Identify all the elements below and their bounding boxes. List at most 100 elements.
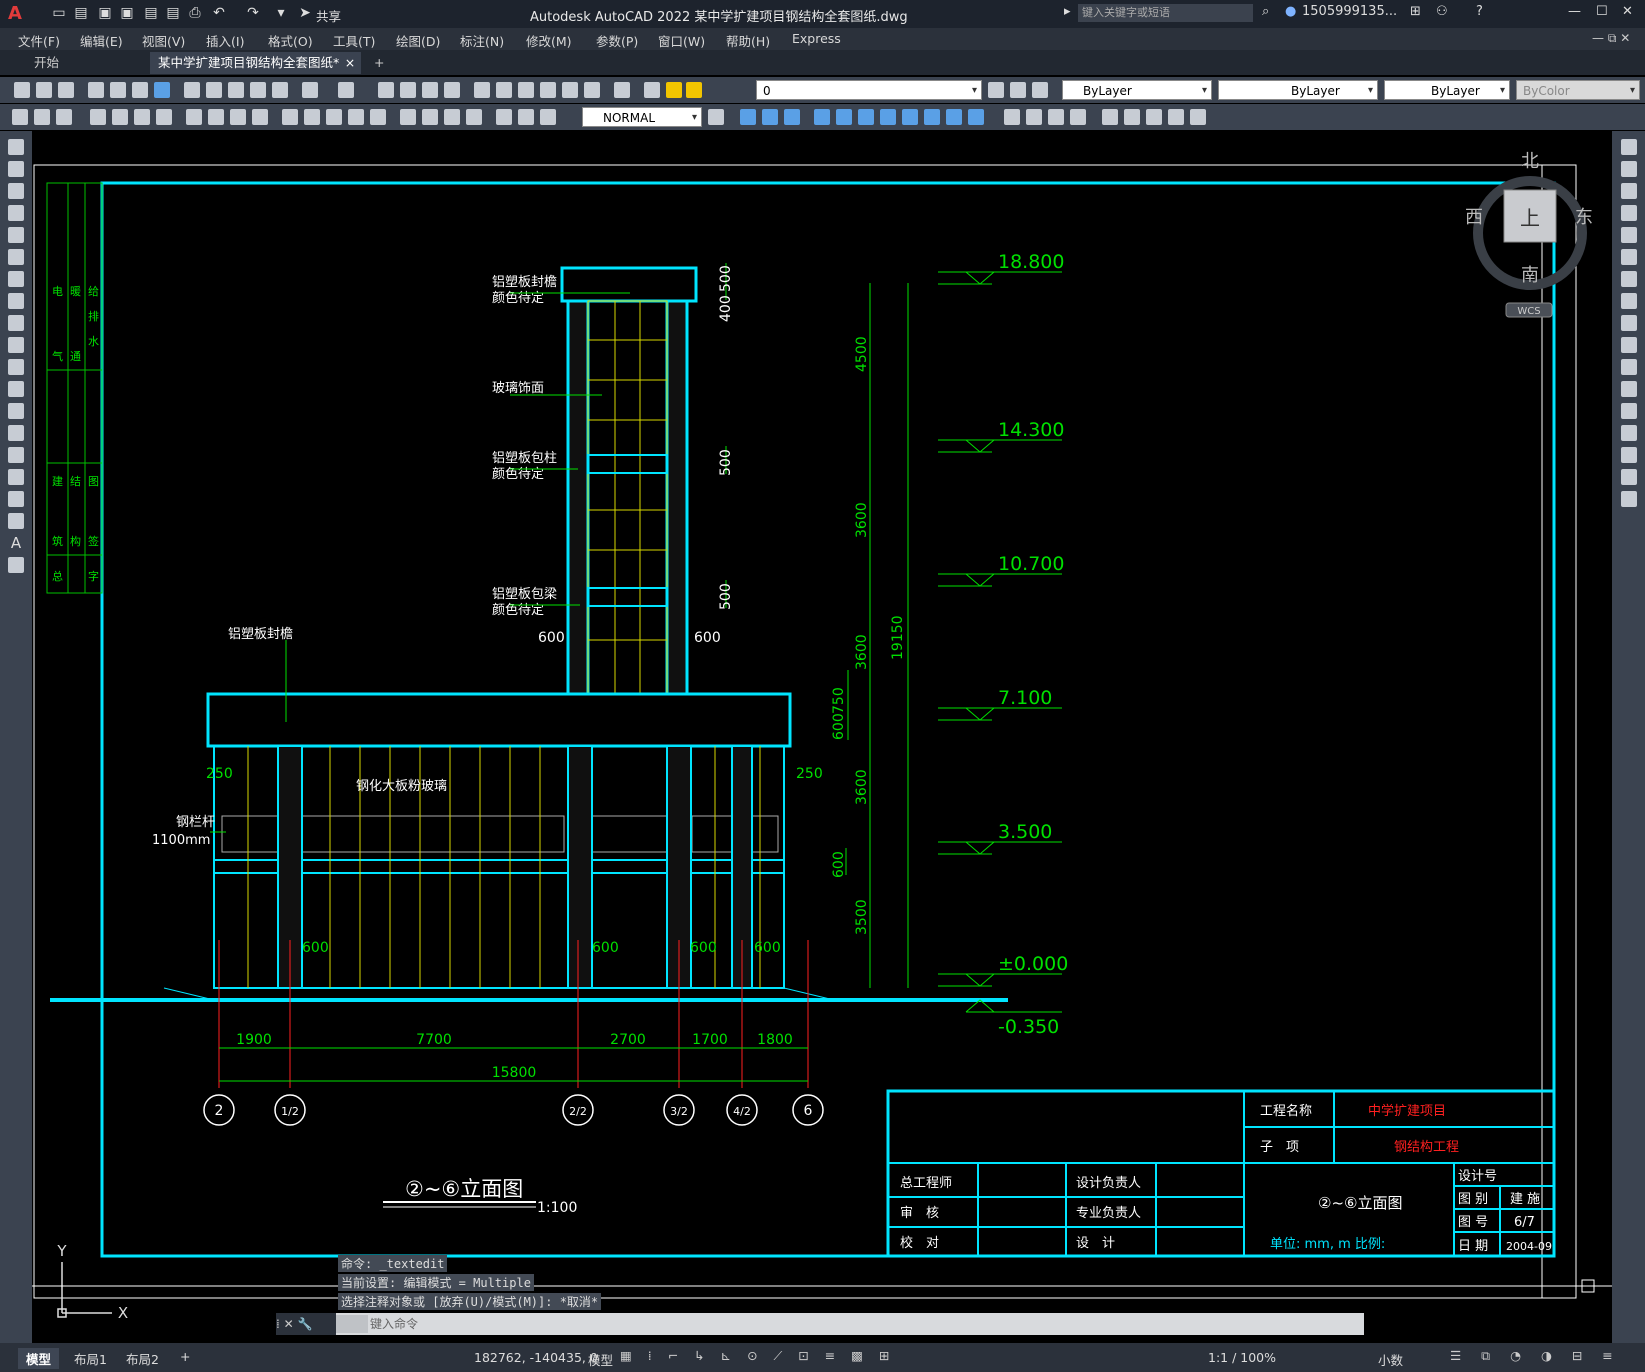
user-icon[interactable]: ● bbox=[1285, 4, 1296, 19]
linetype-dropdown[interactable]: ByLayer bbox=[1218, 80, 1378, 101]
menu-insert[interactable]: 插入(I) bbox=[206, 31, 244, 50]
quick-dim-icon[interactable] bbox=[282, 109, 298, 125]
table-icon[interactable] bbox=[8, 513, 24, 529]
cut-icon[interactable] bbox=[184, 82, 200, 98]
move-icon[interactable] bbox=[858, 109, 874, 125]
zoom-window-icon[interactable] bbox=[422, 82, 438, 98]
menu-view[interactable]: 视图(V) bbox=[142, 31, 185, 50]
save-as-icon[interactable]: ▣ bbox=[118, 4, 136, 22]
layer-dropdown[interactable]: 0 bbox=[756, 80, 982, 101]
block-editor-icon[interactable] bbox=[272, 82, 288, 98]
extend-right-icon[interactable] bbox=[1621, 359, 1637, 375]
markup-icon[interactable] bbox=[562, 82, 578, 98]
redo-icon[interactable]: ↷ bbox=[244, 4, 262, 22]
text-mask-icon[interactable] bbox=[1190, 109, 1206, 125]
extend-icon[interactable] bbox=[968, 109, 984, 125]
baseline-icon[interactable] bbox=[304, 109, 320, 125]
menu-tools[interactable]: 工具(T) bbox=[333, 31, 375, 50]
erase-right-icon[interactable] bbox=[1621, 139, 1637, 155]
chamfer-icon[interactable] bbox=[1048, 109, 1064, 125]
doc-window-controls[interactable]: — ⧉ ✕ bbox=[1592, 31, 1630, 46]
menu-dimension[interactable]: 标注(N) bbox=[460, 31, 504, 50]
mtext-icon[interactable]: A bbox=[8, 535, 24, 551]
layer-previous-icon[interactable] bbox=[1010, 82, 1026, 98]
units-dropdown[interactable]: 小数 bbox=[1378, 1350, 1403, 1369]
rectangle-icon[interactable] bbox=[8, 227, 24, 243]
continue-icon[interactable] bbox=[326, 109, 342, 125]
undo-icon[interactable]: ↶ bbox=[210, 4, 228, 22]
region-icon[interactable] bbox=[8, 491, 24, 507]
search-expand-icon[interactable]: ▸ bbox=[1064, 4, 1071, 19]
new-icon[interactable] bbox=[14, 82, 30, 98]
arc-length-icon[interactable] bbox=[134, 109, 150, 125]
save-icon[interactable]: ▣ bbox=[96, 4, 114, 22]
paste-icon[interactable] bbox=[228, 82, 244, 98]
revcloud-icon[interactable] bbox=[8, 293, 24, 309]
plotstyle-dropdown[interactable]: ByColor bbox=[1516, 80, 1640, 101]
stretch-right-icon[interactable] bbox=[1621, 315, 1637, 331]
minimize-button[interactable]: — bbox=[1568, 4, 1581, 19]
explode-icon[interactable] bbox=[1102, 109, 1118, 125]
command-close-icon[interactable]: ⁞ ✕ 🔧 bbox=[276, 1313, 336, 1335]
calculator-icon[interactable] bbox=[584, 82, 600, 98]
menu-edit[interactable]: 编辑(E) bbox=[80, 31, 123, 50]
preview-icon[interactable] bbox=[110, 82, 126, 98]
break-right-icon[interactable] bbox=[1621, 381, 1637, 397]
command-input[interactable]: ⁞ ✕ 🔧 键入命令 bbox=[276, 1313, 1364, 1335]
jogged-icon[interactable] bbox=[208, 109, 224, 125]
share-icon[interactable]: ➤ bbox=[296, 4, 314, 22]
rotate-icon[interactable] bbox=[880, 109, 896, 125]
sheet-set-icon[interactable] bbox=[540, 82, 556, 98]
circle-icon[interactable] bbox=[8, 271, 24, 287]
tab-layout1[interactable]: 布局1 bbox=[66, 1348, 115, 1369]
rotate-right-icon[interactable] bbox=[1621, 271, 1637, 287]
drawing-svg[interactable]: 电 气 暖 通 给 排 水 建 筑 结 构 总 图 签 字 4500 3600 … bbox=[32, 131, 1612, 1343]
scale-right-icon[interactable] bbox=[1621, 293, 1637, 309]
line-icon[interactable] bbox=[8, 139, 24, 155]
annotation-scale[interactable]: 1:1 / 100% bbox=[1208, 1350, 1276, 1365]
user-account[interactable]: 1505999135... bbox=[1302, 4, 1397, 19]
publish-icon[interactable] bbox=[132, 82, 148, 98]
pan-icon[interactable] bbox=[378, 82, 394, 98]
zoom-previous-icon[interactable] bbox=[444, 82, 460, 98]
join-icon[interactable] bbox=[1026, 109, 1042, 125]
layer-on-icon[interactable] bbox=[666, 82, 682, 98]
trim-right-icon[interactable] bbox=[1621, 337, 1637, 353]
match-properties-icon[interactable] bbox=[250, 82, 266, 98]
coordinates-readout[interactable]: 182762, -140435, 0 bbox=[474, 1350, 598, 1365]
web-icon[interactable] bbox=[154, 82, 170, 98]
group-icon[interactable] bbox=[1124, 109, 1140, 125]
properties-icon[interactable] bbox=[474, 82, 490, 98]
copy-icon[interactable] bbox=[206, 82, 222, 98]
menu-file[interactable]: 文件(F) bbox=[18, 31, 60, 50]
status-right-icons[interactable]: ☰ ⧉ ◔ ◑ ⊟ ≡ bbox=[1450, 1348, 1621, 1364]
plot-icon[interactable] bbox=[88, 82, 104, 98]
match-icon[interactable] bbox=[12, 109, 28, 125]
xline-icon[interactable] bbox=[8, 161, 24, 177]
menu-parametric[interactable]: 参数(P) bbox=[596, 31, 638, 50]
hatch-icon[interactable] bbox=[8, 447, 24, 463]
polygon-icon[interactable] bbox=[8, 205, 24, 221]
layer-properties-icon[interactable] bbox=[644, 82, 660, 98]
dim-space-icon[interactable] bbox=[348, 109, 364, 125]
stretch-icon[interactable] bbox=[924, 109, 940, 125]
drawing-canvas[interactable]: 电 气 暖 通 给 排 水 建 筑 结 构 总 图 签 字 4500 3600 … bbox=[32, 131, 1612, 1343]
layer-freeze-icon[interactable] bbox=[686, 82, 702, 98]
draworder-icon[interactable] bbox=[1168, 109, 1184, 125]
close-tab-icon[interactable]: × bbox=[345, 52, 355, 74]
design-center-icon[interactable] bbox=[496, 82, 512, 98]
copy-right-icon[interactable] bbox=[1621, 161, 1637, 177]
color-dropdown[interactable]: ByLayer bbox=[1062, 80, 1212, 101]
layer-states-icon[interactable] bbox=[1032, 82, 1048, 98]
diameter-icon[interactable] bbox=[230, 109, 246, 125]
fillet-right-icon[interactable] bbox=[1621, 447, 1637, 463]
lineweight-dropdown[interactable]: ByLayer bbox=[1384, 80, 1510, 101]
dim-style-icon[interactable] bbox=[708, 109, 724, 125]
tab-layout2[interactable]: 布局2 bbox=[118, 1348, 167, 1369]
layer-walk-icon[interactable] bbox=[56, 109, 72, 125]
array-right-icon[interactable] bbox=[1621, 227, 1637, 243]
connect-icon[interactable]: ⚇ bbox=[1436, 4, 1448, 19]
spline-icon[interactable] bbox=[8, 315, 24, 331]
open-file-icon[interactable]: ▤ bbox=[72, 4, 90, 22]
make-block-icon[interactable] bbox=[8, 403, 24, 419]
